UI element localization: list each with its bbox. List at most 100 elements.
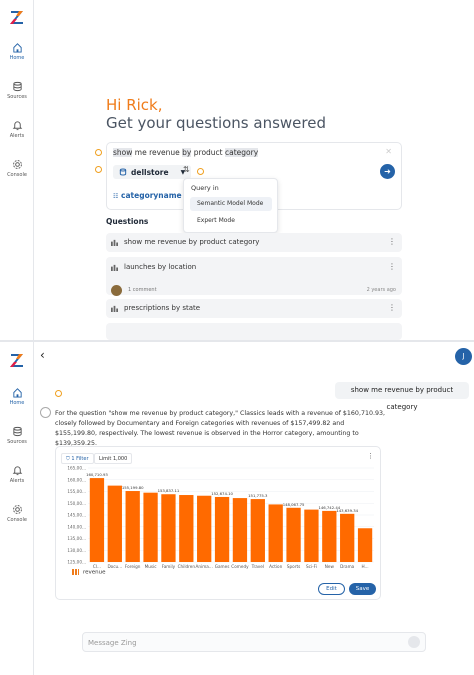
list-icon: ☷ (113, 193, 119, 200)
chart-bar (250, 499, 265, 562)
chart-legend[interactable]: revenue (72, 569, 106, 576)
back-button[interactable]: ‹ (40, 348, 45, 362)
edit-button[interactable]: Edit (318, 583, 345, 595)
step-marker (197, 168, 204, 175)
question-title: prescriptions by state (124, 304, 201, 312)
zing-logo[interactable] (8, 8, 26, 26)
question-card[interactable] (106, 323, 402, 340)
database-icon (12, 81, 22, 92)
sidebar-item-label: Alerts (9, 133, 25, 139)
chart-bar (304, 509, 319, 562)
data-label: 148,067.75 (283, 502, 305, 507)
send-button[interactable]: ➜ (380, 164, 395, 179)
home-icon (12, 43, 22, 53)
database-icon (119, 168, 127, 176)
bar-chart-icon (111, 239, 118, 246)
x-tick-label: Docu... (107, 564, 122, 569)
data-label: 160,710.93 (86, 472, 108, 477)
chart-bar (322, 510, 337, 562)
chart-bar (179, 495, 194, 562)
chart-bar (197, 495, 212, 562)
x-tick-label: Travel (251, 564, 264, 569)
chevron-left-icon: ‹ (40, 348, 45, 362)
sidebar-item-label: Home (9, 55, 25, 61)
y-tick-label: 125,00... (67, 560, 86, 565)
sidebar-item-label: Home (9, 400, 25, 406)
datasource-name: dellstore (131, 167, 169, 177)
x-tick-label: Action (269, 564, 282, 569)
step-marker (55, 390, 62, 397)
greeting-name: Hi Rick, (106, 96, 163, 114)
legend-label: revenue (83, 569, 106, 576)
sidebar-item-sources[interactable]: Sources (0, 426, 34, 445)
home-icon (12, 388, 22, 398)
avatar (111, 285, 122, 296)
comment-count[interactable]: 1 comment (128, 287, 157, 293)
chart-bar (214, 496, 230, 562)
query-mode-menu: Query in Semantic Model Mode Expert Mode (183, 178, 278, 233)
y-tick-label: 155,00... (67, 489, 86, 494)
clear-icon[interactable]: ✕ (385, 147, 392, 156)
query-token: product (191, 148, 225, 157)
sidebar-item-label: Alerts (9, 478, 25, 484)
gear-icon (12, 160, 22, 169)
sidebar-item-console[interactable]: Console (0, 504, 34, 523)
sidebar-item-label: Console (7, 172, 27, 178)
more-icon[interactable]: ⋮ (388, 262, 396, 271)
question-card[interactable]: prescriptions by state ⋮ (106, 299, 402, 318)
y-tick-label: 135,00... (67, 536, 86, 541)
y-tick-label: 160,00... (67, 477, 86, 482)
message-input[interactable] (88, 636, 388, 649)
sidebar-item-home[interactable]: Home (0, 387, 34, 406)
data-label: 153,837.11 (158, 488, 180, 493)
x-tick-label: Children (178, 564, 196, 569)
menu-item-semantic-model[interactable]: Semantic Model Mode (190, 197, 272, 211)
x-tick-label: H... (362, 564, 369, 569)
send-button[interactable] (408, 636, 420, 648)
datasource-select[interactable]: dellstore ▼ (113, 165, 192, 179)
y-tick-label: 130,00... (67, 548, 86, 553)
x-tick-label: Foreign (125, 564, 141, 569)
chart-bar (107, 485, 122, 562)
x-tick-label: New (325, 564, 335, 569)
y-tick-label: 165,00... (67, 466, 86, 471)
step-marker (95, 166, 102, 173)
chart-card: ⛉ 1 Filter Limit 1,000 ⋮ 165,00... 160,00… (55, 446, 381, 600)
sidebar-item-alerts[interactable]: Alerts (0, 465, 34, 484)
menu-item-expert[interactable]: Expert Mode (197, 217, 235, 224)
more-icon[interactable]: ⋮ (388, 303, 396, 312)
save-button[interactable]: Save (349, 583, 376, 595)
chart-bar (143, 492, 158, 562)
legend-swatch (72, 569, 79, 575)
gear-icon (12, 505, 22, 514)
chart-bar (286, 507, 301, 562)
question-card[interactable]: show me revenue by product category ⋮ (106, 233, 402, 252)
data-label: 155,199.80 (122, 485, 144, 490)
more-icon[interactable]: ⋮ (388, 237, 396, 246)
bar-chart-icon (111, 264, 118, 271)
chip-label: categoryname (121, 191, 182, 200)
more-icon[interactable]: ⋮ (367, 452, 374, 460)
user-avatar[interactable]: J (455, 348, 472, 365)
sort-icon[interactable]: ⇅ (183, 165, 190, 174)
chat-screen: Home Sources Alerts Console ‹ J show me … (0, 342, 474, 675)
sidebar-item-console[interactable]: Console (0, 159, 34, 178)
sidebar-item-label: Sources (7, 94, 27, 100)
sidebar: Home Sources Alerts Console (0, 0, 34, 340)
query-text[interactable]: show me revenue by product category (113, 148, 259, 157)
sidebar-item-sources[interactable]: Sources (0, 81, 34, 100)
revenue-bar-chart: 165,00... 160,00... 155,00... 150,00... 145,… (67, 466, 374, 569)
timestamp: 2 years ago (366, 287, 396, 293)
questions-heading: Questions (106, 217, 149, 226)
query-token: category (225, 148, 259, 157)
zing-logo[interactable] (8, 351, 26, 369)
chart-bar (161, 494, 176, 562)
field-chip[interactable]: ☷ categoryname nc (113, 191, 190, 200)
question-card[interactable]: launches by location ⋮ 1 comment 2 years… (106, 257, 402, 296)
sidebar-item-alerts[interactable]: Alerts (0, 120, 34, 139)
question-title: launches by location (124, 263, 197, 271)
chart-bar (89, 478, 105, 562)
sidebar-item-home[interactable]: Home (0, 42, 34, 61)
user-message: show me revenue by product category (335, 382, 469, 411)
message-box (82, 632, 426, 652)
